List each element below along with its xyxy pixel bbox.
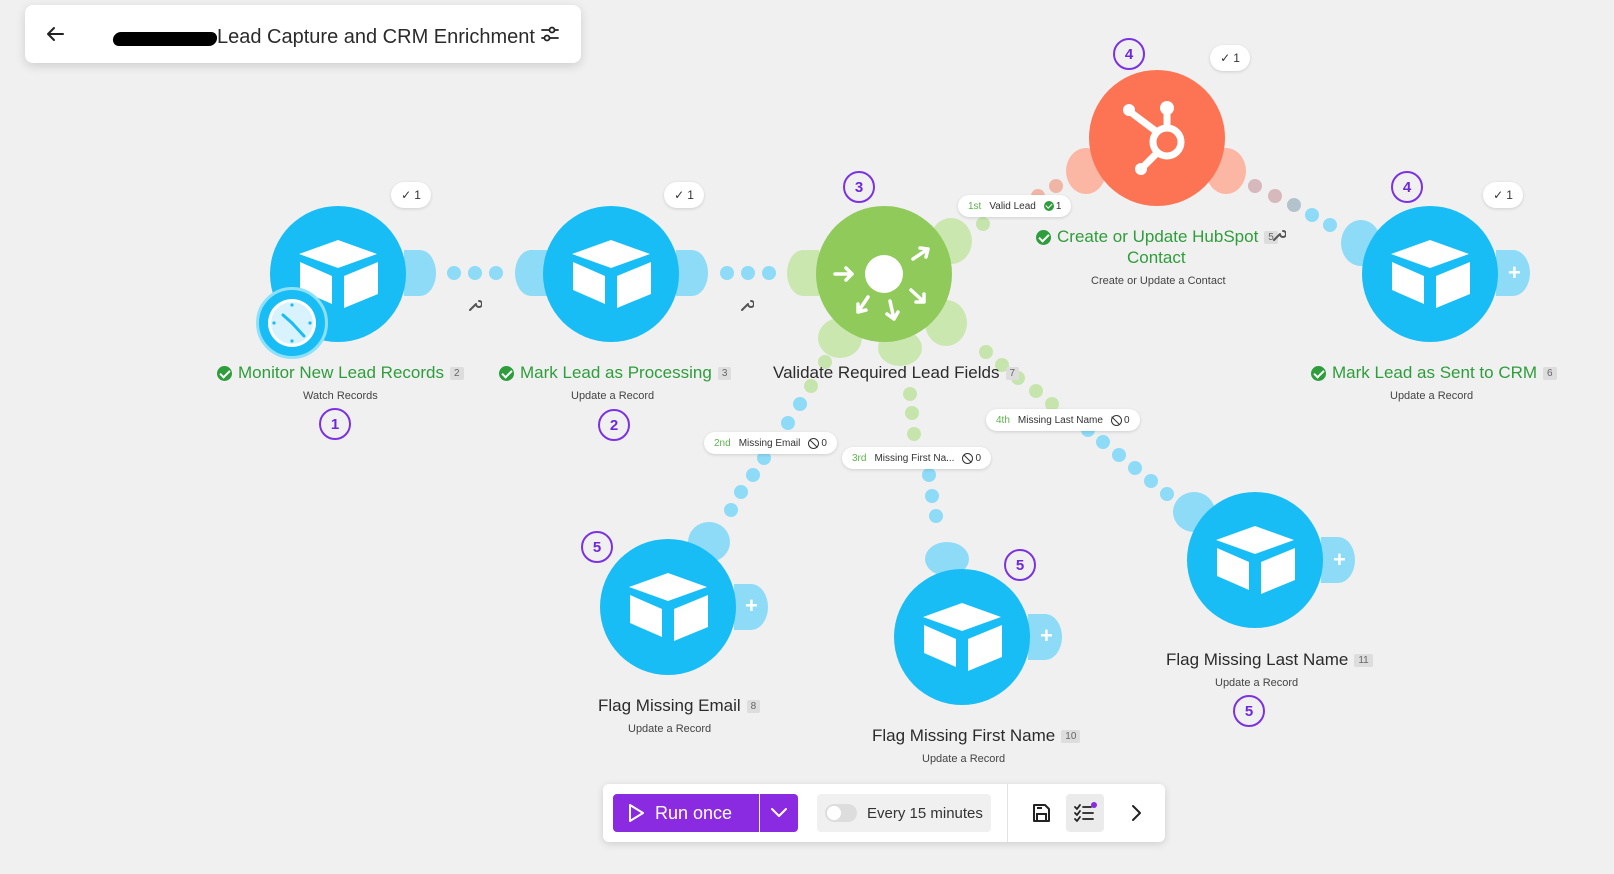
sliders-icon[interactable] (538, 22, 562, 46)
step-marker: 5 (581, 531, 613, 563)
module-title: Flag Missing First Name 10 (872, 726, 1081, 746)
module-title: Flag Missing Last Name 11 (1166, 650, 1373, 670)
execution-badge[interactable]: ✓ 1 (1483, 182, 1523, 208)
module-title: Mark Lead as Sent to CRM 6 (1311, 363, 1557, 383)
check-list-icon: ✓ (674, 188, 685, 202)
success-check-icon (1311, 365, 1326, 381)
check-list-icon: ✓ (1493, 188, 1504, 202)
router-arrows-icon (833, 246, 930, 321)
module-subtitle: Update a Record (922, 753, 1006, 765)
output-handle[interactable] (676, 250, 708, 296)
step-marker: 2 (598, 409, 630, 441)
back-arrow-icon[interactable] (43, 22, 67, 46)
hubspot-icon (1123, 101, 1185, 175)
check-list-icon: ✓ (1220, 51, 1231, 65)
module-title: Create or Update HubSpot 5 (1036, 227, 1278, 247)
ok-icon (1043, 201, 1054, 211)
run-once-button[interactable]: Run once (613, 794, 759, 832)
route-filter-missing-email[interactable]: 2nd Missing Email 0 (704, 432, 837, 454)
module-title: Flag Missing Email 8 (598, 696, 761, 716)
module-id: 3 (717, 366, 732, 380)
scenario-title[interactable]: Lead Capture and CRM Enrichment (217, 26, 535, 49)
module-mark-lead-as-processing[interactable] (543, 206, 679, 342)
clock-icon (268, 299, 316, 347)
airtable-icon (1391, 240, 1470, 308)
module-title: Validate Required Lead Fields 7 (773, 363, 1020, 383)
output-handle[interactable] (404, 250, 436, 296)
save-icon[interactable] (1029, 801, 1053, 825)
step-marker: 5 (1233, 695, 1265, 727)
success-check-icon (1036, 229, 1051, 245)
check-list-icon: ✓ (401, 188, 412, 202)
module-subtitle: Create or Update a Contact (1091, 275, 1226, 287)
module-title-line2: Contact (1127, 248, 1186, 267)
skipped-icon (962, 452, 974, 464)
run-options-button[interactable] (760, 794, 798, 832)
schedule-control: Every 15 minutes (817, 794, 991, 832)
execution-badge[interactable]: ✓ 1 (391, 182, 431, 208)
chevron-right-icon[interactable] (1124, 801, 1148, 825)
success-check-icon (499, 365, 514, 381)
module-title: Monitor New Lead Records 2 (217, 363, 464, 383)
chevron-down-icon (771, 808, 787, 817)
wrench-icon[interactable] (1272, 228, 1286, 242)
success-check-icon (217, 365, 232, 381)
airtable-icon (629, 573, 708, 641)
module-flag-missing-email[interactable] (600, 539, 736, 675)
module-subtitle: Watch Records (303, 390, 378, 402)
scenario-header: Lead Capture and CRM Enrichment (25, 5, 581, 63)
module-title: Mark Lead as Processing 3 (499, 363, 732, 383)
module-flag-missing-first-name[interactable] (894, 569, 1030, 705)
schedule-toggle[interactable] (825, 804, 857, 822)
step-marker: 1 (319, 408, 351, 440)
wrench-icon[interactable] (468, 298, 482, 312)
input-handle[interactable] (787, 250, 819, 296)
play-icon (629, 804, 644, 822)
step-marker: 4 (1113, 38, 1145, 70)
module-hubspot-contact[interactable] (1089, 70, 1225, 206)
module-id: 8 (746, 699, 761, 713)
skipped-icon (1110, 414, 1122, 426)
execution-badge[interactable]: ✓ 1 (664, 182, 704, 208)
step-marker: 4 (1391, 171, 1423, 203)
checklist-icon[interactable] (1073, 801, 1097, 825)
add-module-plus-icon[interactable]: + (1333, 549, 1346, 571)
module-id: 7 (1005, 366, 1020, 380)
module-id: 10 (1061, 729, 1081, 743)
add-module-plus-icon[interactable]: + (1040, 625, 1053, 647)
add-module-plus-icon[interactable]: + (1508, 262, 1521, 284)
bottom-toolbar: Run once Every 15 minutes (603, 784, 1165, 842)
redacted-text (112, 32, 218, 46)
airtable-icon (572, 240, 651, 308)
route-filter-valid-lead[interactable]: 1st Valid Lead 1 (958, 195, 1072, 217)
route-filter-missing-last-name[interactable]: 4th Missing Last Name 0 (986, 409, 1140, 431)
airtable-icon (1216, 526, 1295, 594)
module-subtitle: Update a Record (1390, 390, 1474, 402)
schedule-label[interactable]: Every 15 minutes (867, 805, 983, 822)
module-flag-missing-last-name[interactable] (1187, 492, 1323, 628)
module-id: 11 (1354, 653, 1373, 667)
module-router[interactable] (816, 206, 952, 342)
wrench-icon[interactable] (740, 298, 754, 312)
step-marker: 3 (843, 171, 875, 203)
skipped-icon (808, 437, 820, 449)
module-subtitle: Update a Record (1215, 677, 1299, 689)
step-marker: 5 (1004, 549, 1036, 581)
toolbar-divider (1007, 784, 1008, 842)
module-id: 6 (1543, 366, 1557, 380)
module-id: 2 (449, 366, 464, 380)
module-mark-lead-as-sent[interactable] (1362, 206, 1498, 342)
module-subtitle: Update a Record (571, 390, 655, 402)
module-subtitle: Update a Record (628, 723, 712, 735)
route-filter-missing-first-name[interactable]: 3rd Missing First Na... 0 (842, 447, 992, 469)
trigger-clock[interactable] (256, 287, 328, 359)
airtable-icon (923, 603, 1002, 671)
add-module-plus-icon[interactable]: + (745, 595, 758, 617)
execution-badge[interactable]: ✓ 1 (1210, 45, 1250, 71)
